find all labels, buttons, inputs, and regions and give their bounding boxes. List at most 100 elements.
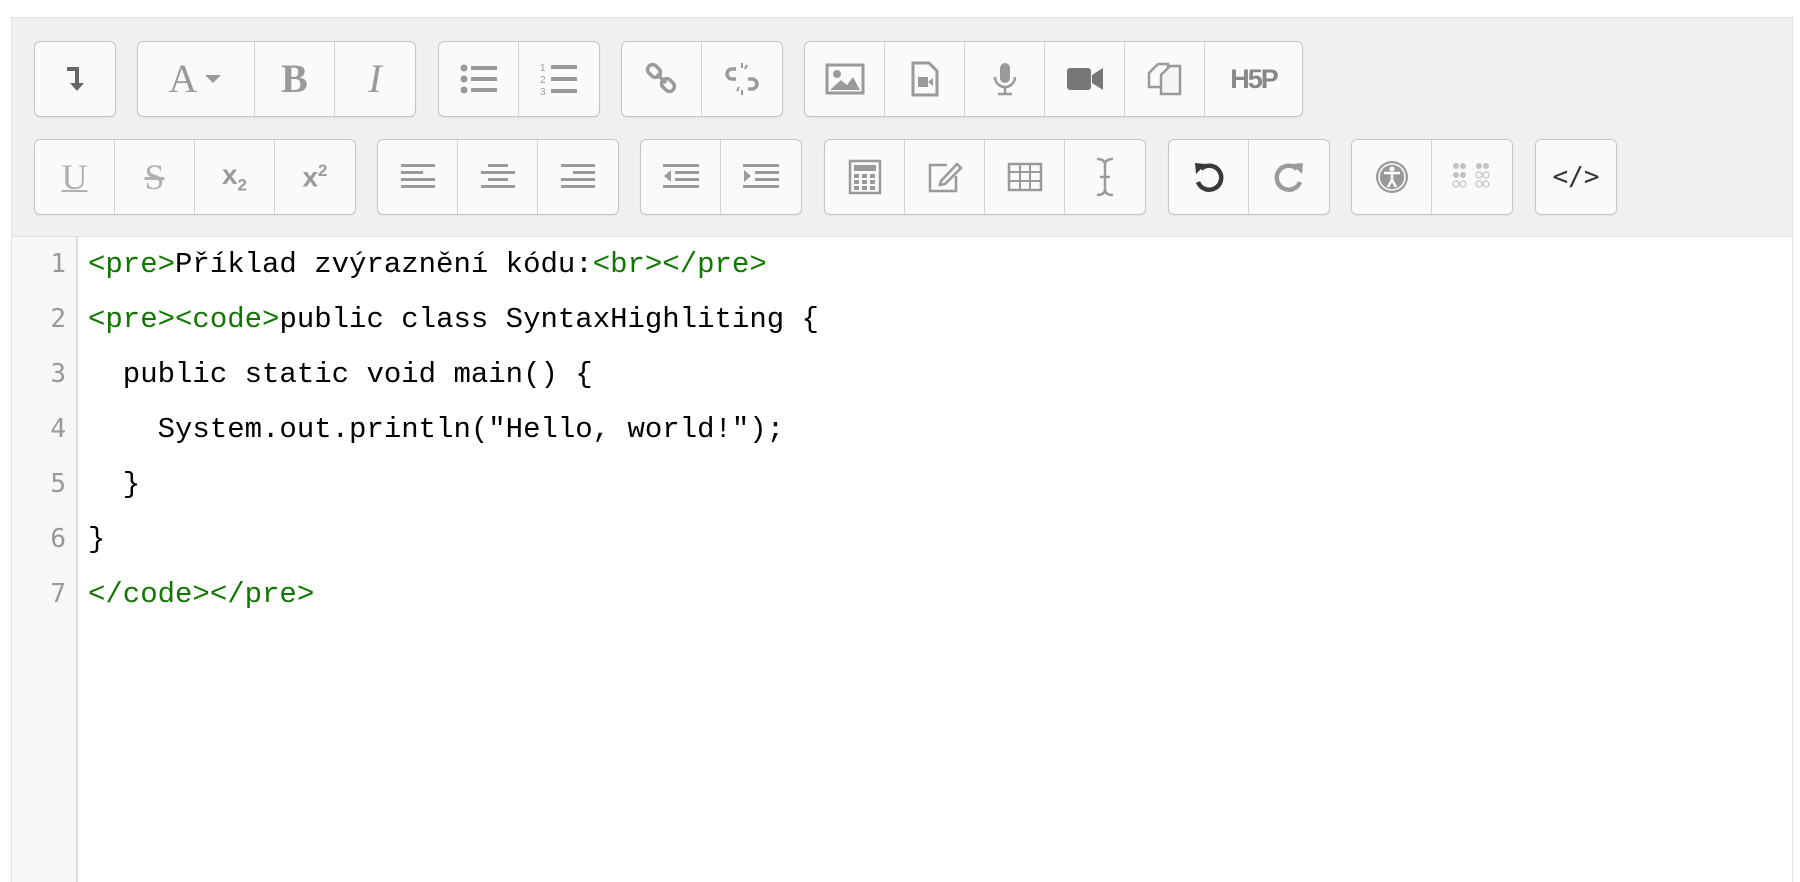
code-line[interactable]: </code></pre> [88,567,819,622]
manage-files-button[interactable] [1125,42,1205,116]
arrow-down-right-icon [67,67,84,91]
font-style-button[interactable]: A [138,42,255,116]
editor-toolbar: A B I 1 2 3 H5P U S x2 x2 </> [12,17,1792,237]
table-button[interactable] [985,140,1065,214]
link-button[interactable] [622,42,702,116]
italic-button[interactable]: I [335,42,415,116]
image-icon [825,63,864,95]
align-left-icon [400,164,435,188]
caret-down-icon [205,75,222,83]
code-line[interactable]: public static void main() { [88,347,819,402]
toolbar-group-text: A B I [137,41,416,117]
pencil-square-icon [928,162,963,193]
align-center-icon [480,164,515,188]
font-dropdown-icon: A [168,56,198,101]
files-icon [1147,62,1181,96]
toolbar-group-media: H5P [804,41,1303,117]
accessibility-icon [1375,161,1408,193]
superscript-button[interactable]: x2 [275,140,355,214]
line-number-gutter: 1 2 3 4 5 6 7 [12,237,78,882]
clear-formatting-button[interactable] [1065,140,1145,214]
toolbar-group-align [377,139,619,215]
align-right-icon [561,164,595,188]
undo-button[interactable] [1169,140,1249,214]
toolbar-group-other: </> [1535,139,1617,215]
underline-icon: U [61,157,88,197]
numbered-list-icon: 1 2 3 [540,63,577,97]
superscript-icon: x2 [302,160,328,193]
toolbar-group-lists: 1 2 3 [438,41,600,117]
html-source-editor[interactable]: 1 2 3 4 5 6 7 <pre>Příklad zvýraznění kó… [12,237,1792,882]
underline-button[interactable]: U [35,140,115,214]
code-line[interactable]: } [88,457,819,512]
code-text: System.out.println("Hello, world!"); [88,413,785,446]
link-icon [645,62,676,94]
html-tag: <br></pre> [592,248,767,281]
html-tag: </code></pre> [88,578,315,611]
code-line[interactable]: <pre>Příklad zvýraznění kódu:<br></pre> [88,237,819,292]
line-number: 1 [50,249,66,279]
code-text: public static void main() { [88,358,593,391]
toolbar-group-links [621,41,783,117]
strikethrough-icon: S [144,157,165,197]
strikethrough-button[interactable]: S [115,140,195,214]
toolbar-group-expand [34,41,116,117]
calculator-icon [848,159,881,195]
unlink-icon [725,63,759,95]
equation-button[interactable] [825,140,905,214]
subscript-icon: x2 [221,158,248,195]
html-tag: <pre><code> [88,303,280,336]
special-character-button[interactable] [905,140,985,214]
align-center-button[interactable] [458,140,538,214]
bold-button[interactable]: B [255,42,335,116]
indent-icon [743,164,779,188]
toolbar-group-insert [824,139,1146,215]
redo-button[interactable] [1249,140,1329,214]
unlink-button[interactable] [702,42,782,116]
code-line[interactable]: <pre><code>public class SyntaxHighliting… [88,292,819,347]
html-code-icon: </> [1552,162,1600,192]
toolbar-group-style: U S x2 x2 [34,139,356,215]
microphone-icon [993,63,1016,96]
code-text: public class SyntaxHighliting { [279,303,819,336]
media-file-icon [911,61,938,97]
line-number: 4 [50,414,66,444]
unordered-list-button[interactable] [439,42,519,116]
code-line[interactable]: } [88,512,819,567]
outdent-icon [662,164,699,188]
i-beam-icon [1096,157,1114,197]
insert-image-button[interactable] [805,42,885,116]
align-right-button[interactable] [538,140,618,214]
screenreader-helper-button[interactable] [1432,140,1512,214]
record-video-button[interactable] [1045,42,1125,116]
subscript-button[interactable]: x2 [195,140,275,214]
toolbar-toggle-button[interactable] [35,42,115,116]
insert-media-button[interactable] [885,42,965,116]
code-text: } [88,523,106,556]
accessibility-checker-button[interactable] [1352,140,1432,214]
undo-icon [1194,163,1223,192]
line-number: 7 [50,579,66,609]
record-audio-button[interactable] [965,42,1045,116]
h5p-icon: H5P [1230,63,1279,94]
line-number: 3 [50,359,66,389]
svg-text:2: 2 [540,75,546,86]
ordered-list-button[interactable]: 1 2 3 [519,42,599,116]
toolbar-group-accessibility [1351,139,1513,215]
toolbar-group-indent [640,139,802,215]
code-content[interactable]: <pre>Příklad zvýraznění kódu:<br></pre> … [88,237,819,622]
align-left-button[interactable] [378,140,458,214]
outdent-button[interactable] [641,140,721,214]
line-number: 5 [50,469,66,499]
text-editor: A B I 1 2 3 H5P U S x2 x2 </> 1 2 3 4 5 … [11,17,1793,882]
code-text: } [88,468,141,501]
table-icon [1007,162,1042,192]
braille-icon [1452,163,1490,188]
line-number: 2 [50,304,66,334]
insert-h5p-button[interactable]: H5P [1205,42,1302,116]
html-source-button[interactable]: </> [1536,140,1616,214]
code-text: Příklad zvýraznění kódu: [175,248,593,281]
bold-icon: B [281,56,308,101]
code-line[interactable]: System.out.println("Hello, world!"); [88,402,819,457]
indent-button[interactable] [721,140,801,214]
